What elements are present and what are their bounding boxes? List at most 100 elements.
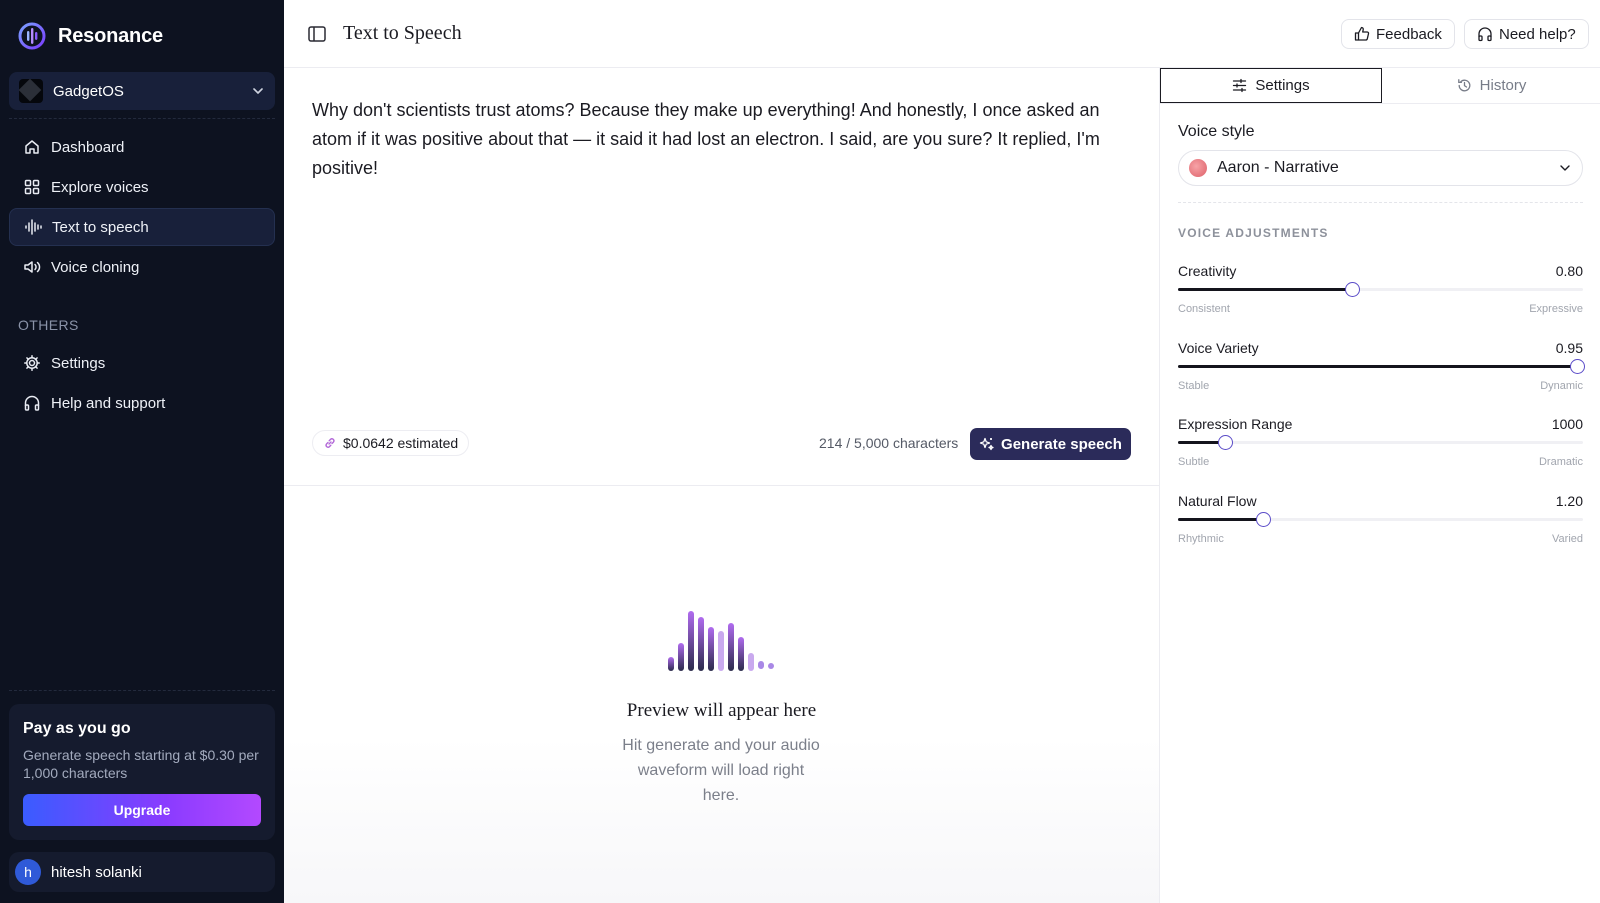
section-label-others: OTHERS	[18, 317, 79, 333]
nav-item-help-and-support[interactable]: Help and support	[9, 384, 275, 422]
nav-item-label: Explore voices	[51, 178, 149, 196]
nav-item-label: Settings	[51, 354, 106, 372]
brand[interactable]: Resonance	[18, 22, 163, 50]
slider-value: 0.95	[1555, 340, 1583, 356]
character-count: 214 / 5,000 characters	[819, 435, 959, 451]
tab-history-label: History	[1479, 77, 1527, 94]
slider-track[interactable]	[1178, 282, 1583, 297]
panel-divider	[1178, 202, 1583, 203]
slider-track[interactable]	[1178, 512, 1583, 527]
sidebar-divider	[9, 118, 275, 119]
thumbs-up-icon	[1354, 26, 1370, 41]
user-name: hitesh solanki	[51, 863, 142, 881]
voice-style-select[interactable]: Aaron - Narrative	[1178, 150, 1583, 186]
waveform-placeholder-icon	[668, 611, 774, 671]
sidebar-toggle-icon[interactable]	[308, 26, 326, 42]
slider-name: Creativity	[1178, 263, 1237, 279]
slider-thumb[interactable]	[1345, 282, 1361, 297]
nav-item-label: Help and support	[51, 394, 166, 412]
generate-speech-button[interactable]: Generate speech	[970, 428, 1131, 460]
headphones-icon	[1478, 27, 1492, 42]
generate-speech-label: Generate speech	[1001, 435, 1122, 453]
brand-name: Resonance	[58, 24, 163, 47]
slider-voice-variety: Voice Variety 0.95 Stable Dynamic	[1178, 340, 1585, 400]
promo-title: Pay as you go	[23, 720, 131, 737]
cost-estimate: $0.0642 estimated	[343, 435, 459, 451]
slider-max-label: Varied	[1552, 533, 1583, 545]
panel-tabs: Settings History	[1160, 68, 1600, 104]
chevron-down-icon	[253, 88, 263, 94]
page-title: Text to Speech	[343, 22, 462, 44]
voice-adjustments-label: VOICE ADJUSTMENTS	[1178, 226, 1329, 240]
slider-track[interactable]	[1178, 435, 1583, 450]
speech-text-input[interactable]: Why don't scientists trust atoms? Becaus…	[312, 96, 1112, 183]
sliders-icon	[1233, 78, 1247, 93]
main-nav: Dashboard Explore voices Text to speech …	[9, 128, 275, 288]
slider-max-label: Dynamic	[1540, 380, 1583, 392]
nav-item-label: Dashboard	[51, 138, 125, 156]
slider-name: Expression Range	[1178, 416, 1293, 432]
sidebar: Resonance GadgetOS Dashboard Explore voi…	[0, 0, 284, 903]
link-icon	[325, 438, 335, 448]
org-name: GadgetOS	[53, 82, 124, 100]
promo-card: Pay as you go Generate speech starting a…	[9, 704, 275, 840]
slider-max-label: Expressive	[1529, 303, 1583, 315]
slider-thumb[interactable]	[1569, 359, 1585, 374]
feedback-button[interactable]: Feedback	[1341, 19, 1455, 49]
nav-item-label: Text to speech	[52, 218, 149, 236]
sparkles-icon	[979, 437, 994, 451]
slider-name: Voice Variety	[1178, 340, 1259, 356]
speaker-icon	[24, 261, 41, 273]
tab-settings[interactable]: Settings	[1160, 68, 1382, 103]
slider-thumb[interactable]	[1217, 435, 1233, 450]
avatar: h	[15, 859, 41, 885]
sidebar-divider	[9, 690, 275, 691]
chevron-down-icon	[1560, 165, 1570, 171]
text-editor: Why don't scientists trust atoms? Becaus…	[284, 68, 1159, 486]
nav-item-label: Voice cloning	[51, 258, 140, 276]
nav-item-settings[interactable]: Settings	[9, 344, 275, 382]
voice-style-label: Voice style	[1178, 123, 1255, 140]
upgrade-button[interactable]: Upgrade	[23, 794, 261, 826]
feedback-label: Feedback	[1376, 25, 1442, 43]
voice-avatar-dot	[1189, 159, 1207, 177]
org-avatar	[19, 79, 43, 103]
gear-icon	[24, 355, 40, 371]
slider-thumb[interactable]	[1256, 512, 1272, 527]
slider-fill	[1178, 365, 1577, 368]
slider-name: Natural Flow	[1178, 493, 1257, 509]
slider-fill	[1178, 288, 1353, 291]
slider-min-label: Stable	[1178, 380, 1210, 392]
slider-value: 1.20	[1555, 493, 1583, 509]
slider-creativity: Creativity 0.80 Consistent Expressive	[1178, 263, 1583, 323]
slider-max-label: Dramatic	[1538, 456, 1583, 468]
user-menu[interactable]: h hitesh solanki	[9, 852, 275, 892]
preview-title: Preview will appear here	[626, 700, 817, 721]
slider-min-label: Consistent	[1178, 303, 1230, 315]
tab-settings-label: Settings	[1255, 77, 1310, 94]
headphones-icon	[24, 395, 40, 411]
slider-min-label: Subtle	[1178, 456, 1210, 468]
cost-estimate-badge: $0.0642 estimated	[312, 430, 470, 456]
slider-track[interactable]	[1178, 359, 1585, 374]
settings-panel: Settings History Voice style Aaron - Nar…	[1159, 68, 1600, 903]
org-switcher[interactable]: GadgetOS	[9, 72, 275, 110]
top-bar: Text to Speech Feedback Need help?	[284, 0, 1600, 68]
slider-expression-range: Expression Range 1000 Subtle Dramatic	[1178, 416, 1583, 476]
nav-item-dashboard[interactable]: Dashboard	[9, 128, 275, 166]
other-nav: Settings Help and support	[9, 344, 275, 424]
promo-description: Generate speech starting at $0.30 per 1,…	[23, 747, 259, 781]
slider-value: 0.80	[1555, 263, 1583, 279]
need-help-label: Need help?	[1499, 25, 1576, 43]
resonance-logo-icon	[18, 22, 46, 50]
grid-icon	[24, 179, 40, 195]
home-icon	[25, 140, 39, 154]
slider-natural-flow: Natural Flow 1.20 Rhythmic Varied	[1178, 493, 1583, 553]
need-help-button[interactable]: Need help?	[1464, 19, 1589, 49]
preview-subtitle: Hit generate and your audio waveform wil…	[622, 737, 820, 804]
tab-history[interactable]: History	[1382, 68, 1600, 103]
slider-value: 1000	[1551, 416, 1583, 432]
nav-item-voice-cloning[interactable]: Voice cloning	[9, 248, 275, 286]
nav-item-explore-voices[interactable]: Explore voices	[9, 168, 275, 206]
nav-item-text-to-speech[interactable]: Text to speech	[9, 208, 275, 246]
